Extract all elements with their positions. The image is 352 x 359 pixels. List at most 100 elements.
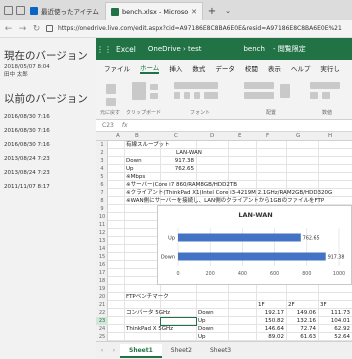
row-number[interactable]: 14 xyxy=(96,245,108,253)
cell-f24[interactable]: 146.64 xyxy=(256,325,284,333)
url-field[interactable]: https://onedrive.live.com/edit.aspx?cid=… xyxy=(58,25,352,32)
cell-h25[interactable]: 52.64 xyxy=(318,333,350,341)
cell-g24[interactable]: 72.74 xyxy=(286,325,316,333)
cell-c2[interactable]: LAN-WAN xyxy=(176,149,202,157)
column-a[interactable]: A xyxy=(116,133,120,139)
column-g[interactable]: G xyxy=(296,133,300,139)
cell-b7[interactable]: ※クライアント(ThinkPad X1(Intel Core i3-4219M … xyxy=(126,189,332,197)
tab-help[interactable]: ヘルプ xyxy=(291,63,311,73)
row-number[interactable]: 5 xyxy=(96,173,108,181)
close-tab-icon[interactable]: ✕ xyxy=(191,8,197,16)
row-number[interactable]: 20 xyxy=(96,293,108,301)
row-number[interactable]: 11 xyxy=(96,221,108,229)
row-number[interactable]: 15 xyxy=(96,253,108,261)
column-e[interactable]: E xyxy=(238,133,241,139)
previous-version-item[interactable]: 2011/11/07 8:17 xyxy=(4,180,96,194)
number-format-dropdown[interactable] xyxy=(310,82,340,89)
cell-g21[interactable]: 2F xyxy=(288,301,295,309)
cell-b22[interactable]: コンバータ 5GHz xyxy=(126,309,170,317)
cell-b1[interactable]: 有線スループット xyxy=(126,141,170,149)
cell-e24[interactable]: Down xyxy=(198,325,214,333)
column-c[interactable]: C xyxy=(174,133,178,139)
previous-version-item[interactable]: 2013/08/24 7:23 xyxy=(4,166,96,180)
tab-review[interactable]: 校閲 xyxy=(245,63,258,73)
browser-tab-onedrive[interactable]: 最近使ったアイテム - OneDriv xyxy=(25,2,105,20)
cell-b3[interactable]: Down xyxy=(126,157,142,165)
cell-f25[interactable]: 89.02 xyxy=(256,333,284,341)
tab-menu-chevron-icon[interactable]: ⌄ xyxy=(221,2,235,20)
redo-icon[interactable] xyxy=(106,98,116,106)
sheet-tab-sheet3[interactable]: Sheet3 xyxy=(201,344,240,358)
current-version-date[interactable]: 2018/05/07 8:04 xyxy=(4,63,96,71)
function-icon[interactable]: fx xyxy=(122,122,128,129)
row-number[interactable]: 6 xyxy=(96,181,108,189)
row-number[interactable]: 23 xyxy=(96,317,108,325)
row-number[interactable]: 4 xyxy=(96,165,108,173)
paste-icon[interactable] xyxy=(132,82,146,100)
row-number[interactable]: 1 xyxy=(96,141,108,149)
chart[interactable]: LAN-WAN 0 200 400 600 800 1000 Up 762.65 Down 917.… xyxy=(157,205,352,285)
cell-f23[interactable]: 150.82 xyxy=(256,317,284,325)
sheet-tab-sheet1[interactable]: Sheet1 xyxy=(120,343,162,358)
cell-b4[interactable]: Up xyxy=(126,165,134,173)
row-number[interactable]: 24 xyxy=(96,325,108,333)
wrap-text-icon[interactable] xyxy=(280,84,290,98)
column-h[interactable]: H xyxy=(328,133,332,139)
previous-version-item[interactable]: 2016/08/30 7:16 xyxy=(4,110,96,124)
row-number[interactable]: 19 xyxy=(96,285,108,293)
previous-version-item[interactable]: 2013/08/24 7:23 xyxy=(4,152,96,166)
cell-h23[interactable]: 104.01 xyxy=(318,317,350,325)
breadcrumb[interactable]: OneDrive › test xyxy=(148,45,202,53)
align-top-icon[interactable] xyxy=(244,82,274,89)
cell-c3[interactable]: 917.38 xyxy=(162,157,194,165)
refresh-icon[interactable]: ↻ xyxy=(32,24,41,34)
cell-f21[interactable]: 1F xyxy=(258,301,265,309)
cell-b6[interactable]: ※サーバー(Core i7 860/RAM8GB/HDD2TB xyxy=(126,181,237,189)
row-number[interactable]: 21 xyxy=(96,301,108,309)
cell-b8[interactable]: ※WAN側にサーバーを接続し、LAN側のクライアントから1GBのファイルをFTP xyxy=(126,197,324,205)
row-number[interactable]: 18 xyxy=(96,277,108,285)
row-number[interactable]: 17 xyxy=(96,269,108,277)
previous-sheet-icon[interactable]: ‹ xyxy=(96,347,108,354)
underline-icon[interactable] xyxy=(194,92,200,99)
previous-version-item[interactable]: 2016/08/30 7:16 xyxy=(4,138,96,152)
cell-e25[interactable]: Up xyxy=(198,333,206,341)
column-b[interactable]: B xyxy=(135,133,139,139)
cell-b5[interactable]: ※Mbps xyxy=(126,173,145,181)
sheet-tab-sheet2[interactable]: Sheet2 xyxy=(162,344,201,358)
row-number[interactable]: 7 xyxy=(96,189,108,197)
undo-icon[interactable] xyxy=(106,84,116,94)
italic-icon[interactable] xyxy=(184,92,190,99)
row-number[interactable]: 22 xyxy=(96,309,108,317)
back-arrow-icon[interactable]: ← xyxy=(4,24,13,34)
cell-b20[interactable]: FTPベンチマーク xyxy=(126,293,169,301)
next-sheet-icon[interactable]: › xyxy=(108,347,120,354)
row-number[interactable]: 8 xyxy=(96,197,108,205)
row-number[interactable]: 2 xyxy=(96,149,108,157)
cut-icon[interactable] xyxy=(150,84,158,90)
tab-actions-icon[interactable] xyxy=(4,5,13,15)
row-number[interactable]: 25 xyxy=(96,333,108,341)
cell-e22[interactable]: Down xyxy=(198,309,214,317)
column-f[interactable]: F xyxy=(266,133,269,139)
new-tab-button[interactable]: + xyxy=(203,2,221,20)
tab-set-aside-icon[interactable] xyxy=(16,5,25,15)
worksheet-grid[interactable]: 有線スループット LAN-WAN Down 917.38 Up 762.65 ※… xyxy=(108,141,352,341)
forward-arrow-icon[interactable]: → xyxy=(18,24,27,34)
cell-h22[interactable]: 111.73 xyxy=(318,309,350,317)
cell-f22[interactable]: 192.17 xyxy=(256,309,284,317)
tab-home[interactable]: ホーム xyxy=(140,62,160,74)
cell-c4[interactable]: 762.65 xyxy=(162,165,194,173)
row-number[interactable]: 13 xyxy=(96,237,108,245)
tab-view[interactable]: 表示 xyxy=(268,63,281,73)
font-name-dropdown[interactable] xyxy=(174,82,218,89)
cell-e23[interactable]: Up xyxy=(198,317,206,325)
row-number[interactable]: 9 xyxy=(96,205,108,213)
currency-icon[interactable] xyxy=(310,92,318,99)
row-number[interactable]: 16 xyxy=(96,261,108,269)
row-number[interactable]: 12 xyxy=(96,229,108,237)
cell-b24[interactable]: ThinkPad X 5GHz xyxy=(126,325,173,333)
cell-g25[interactable]: 61.63 xyxy=(286,333,316,341)
tab-tell-me[interactable]: 実行し xyxy=(320,63,340,73)
cell-h24[interactable]: 62.92 xyxy=(318,325,350,333)
